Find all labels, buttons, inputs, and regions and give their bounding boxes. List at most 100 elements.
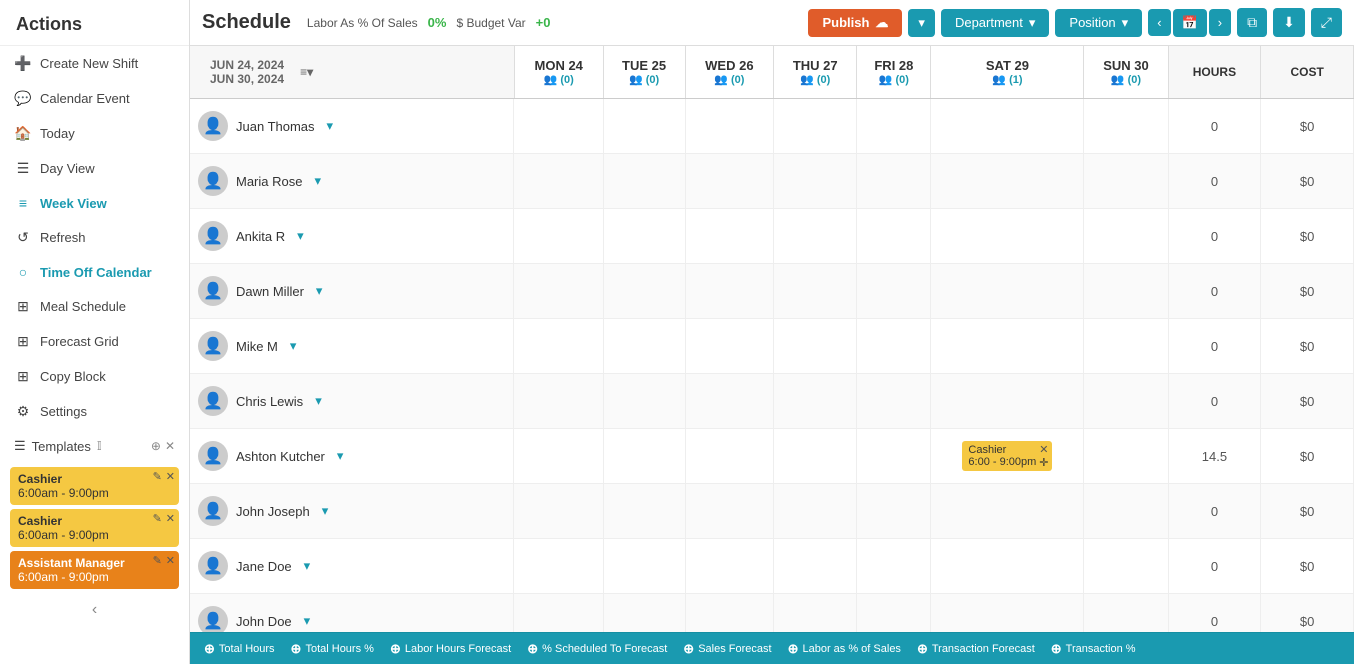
shift-cell-emp8-mon24[interactable] <box>514 484 603 539</box>
shift-cell-emp10-fri28[interactable] <box>857 594 931 633</box>
sidebar-collapse-btn[interactable]: ‹ <box>0 593 189 627</box>
card-close-icon[interactable]: ✕ <box>166 554 175 567</box>
shift-cell-emp3-sat29[interactable] <box>931 209 1084 264</box>
shift-cell-emp3-wed26[interactable] <box>685 209 774 264</box>
sidebar-item-meal-schedule[interactable]: ⊞ Meal Schedule <box>0 289 189 324</box>
sidebar-item-week-view[interactable]: ≡ Week View <box>0 186 189 220</box>
prev-week-button[interactable]: ‹ <box>1148 9 1170 36</box>
shift-close-btn[interactable]: ✕ <box>1039 443 1048 456</box>
shift-cell-emp3-tue25[interactable] <box>603 209 685 264</box>
shift-cell-emp8-thu27[interactable] <box>774 484 857 539</box>
shift-cell-emp1-tue25[interactable] <box>603 99 685 154</box>
employee-dropdown-arrow[interactable]: ▾ <box>297 228 304 244</box>
shift-cell-emp3-thu27[interactable] <box>774 209 857 264</box>
sidebar-item-day-view[interactable]: ☰ Day View <box>0 151 189 186</box>
shift-cell-emp7-mon24[interactable] <box>514 429 603 484</box>
shift-cell-emp6-tue25[interactable] <box>603 374 685 429</box>
sidebar-item-forecast-grid[interactable]: ⊞ Forecast Grid <box>0 324 189 359</box>
stat-item-2[interactable]: ⊕Labor Hours Forecast <box>382 641 519 657</box>
employee-dropdown-arrow[interactable]: ▾ <box>304 613 311 629</box>
shift-cell-emp7-wed26[interactable] <box>685 429 774 484</box>
position-button[interactable]: Position ▾ <box>1055 9 1142 37</box>
shift-cell-emp10-wed26[interactable] <box>685 594 774 633</box>
sidebar-item-calendar-event[interactable]: 💬 Calendar Event <box>0 81 189 116</box>
shift-cell-emp6-sat29[interactable] <box>931 374 1084 429</box>
shift-cell-emp7-tue25[interactable] <box>603 429 685 484</box>
stat-item-7[interactable]: ⊕Transaction % <box>1043 641 1144 657</box>
shift-cell-emp8-sun30[interactable] <box>1084 484 1168 539</box>
shift-cell-emp4-sat29[interactable] <box>931 264 1084 319</box>
employee-dropdown-arrow[interactable]: ▾ <box>290 338 297 354</box>
shift-cell-emp7-sun30[interactable] <box>1084 429 1168 484</box>
next-week-button[interactable]: › <box>1209 9 1231 36</box>
shift-cell-emp5-mon24[interactable] <box>514 319 603 374</box>
shift-cell-emp10-sun30[interactable] <box>1084 594 1168 633</box>
shift-cell-emp1-sun30[interactable] <box>1084 99 1168 154</box>
shift-cell-emp3-sun30[interactable] <box>1084 209 1168 264</box>
shift-cell-emp5-wed26[interactable] <box>685 319 774 374</box>
shift-cell-emp9-sun30[interactable] <box>1084 539 1168 594</box>
shift-cell-emp5-fri28[interactable] <box>857 319 931 374</box>
shift-cell-emp10-sat29[interactable] <box>931 594 1084 633</box>
shift-cell-emp10-tue25[interactable] <box>603 594 685 633</box>
publish-button[interactable]: Publish ☁ <box>808 9 902 37</box>
department-button[interactable]: Department ▾ <box>941 9 1049 37</box>
shift-card-card3[interactable]: ✎ ✕ Assistant Manager 6:00am - 9:00pm <box>10 551 179 589</box>
stat-item-4[interactable]: ⊕Sales Forecast <box>675 641 779 657</box>
shift-cell-emp9-wed26[interactable] <box>685 539 774 594</box>
card-edit-icon[interactable]: ✎ <box>153 554 162 567</box>
shift-cell-emp6-wed26[interactable] <box>685 374 774 429</box>
template-tag-icon[interactable]: 𝕀 <box>97 439 102 453</box>
card-close-icon[interactable]: ✕ <box>166 470 175 483</box>
shift-cell-emp4-fri28[interactable] <box>857 264 931 319</box>
shift-cell-emp6-mon24[interactable] <box>514 374 603 429</box>
shift-move-handle[interactable]: ✛ <box>1039 456 1048 469</box>
shift-cell-emp7-fri28[interactable] <box>857 429 931 484</box>
shift-cell-emp1-thu27[interactable] <box>774 99 857 154</box>
shift-cell-emp7-sat29[interactable]: ✕ Cashier 6:00 - 9:00pm ✛ <box>931 429 1084 484</box>
employee-dropdown-arrow[interactable]: ▾ <box>322 503 329 519</box>
sidebar-item-refresh[interactable]: ↺ Refresh <box>0 220 189 255</box>
template-remove-icon[interactable]: ✕ <box>165 439 175 453</box>
shift-cell-emp8-sat29[interactable] <box>931 484 1084 539</box>
shift-cell-emp3-mon24[interactable] <box>514 209 603 264</box>
sidebar-item-copy-block[interactable]: ⊞ Copy Block <box>0 359 189 394</box>
shift-cell-emp2-mon24[interactable] <box>514 154 603 209</box>
shift-cell-emp4-mon24[interactable] <box>514 264 603 319</box>
shift-cell-emp6-sun30[interactable] <box>1084 374 1168 429</box>
export-icon-button[interactable]: ⬇ <box>1273 8 1305 37</box>
shift-cell-emp5-sat29[interactable] <box>931 319 1084 374</box>
shift-cell-emp2-tue25[interactable] <box>603 154 685 209</box>
shift-cell-emp5-thu27[interactable] <box>774 319 857 374</box>
shift-cell-emp8-fri28[interactable] <box>857 484 931 539</box>
shift-cell-emp2-thu27[interactable] <box>774 154 857 209</box>
shift-block[interactable]: ✕ Cashier 6:00 - 9:00pm ✛ <box>962 441 1052 471</box>
shift-cell-emp1-fri28[interactable] <box>857 99 931 154</box>
shift-cell-emp4-tue25[interactable] <box>603 264 685 319</box>
shift-cell-emp1-sat29[interactable] <box>931 99 1084 154</box>
shift-cell-emp8-tue25[interactable] <box>603 484 685 539</box>
card-edit-icon[interactable]: ✎ <box>153 512 162 525</box>
shift-cell-emp3-fri28[interactable] <box>857 209 931 264</box>
shift-cell-emp5-sun30[interactable] <box>1084 319 1168 374</box>
shift-cell-emp2-fri28[interactable] <box>857 154 931 209</box>
employee-dropdown-arrow[interactable]: ▾ <box>314 173 321 189</box>
shift-cell-emp9-thu27[interactable] <box>774 539 857 594</box>
shift-cell-emp2-sat29[interactable] <box>931 154 1084 209</box>
publish-chevron-button[interactable]: ▾ <box>908 9 935 37</box>
stat-item-1[interactable]: ⊕Total Hours % <box>283 641 382 657</box>
sidebar-item-settings[interactable]: ⚙ Settings <box>0 394 189 429</box>
calendar-icon-button[interactable]: 📅 <box>1173 9 1207 37</box>
employee-dropdown-arrow[interactable]: ▾ <box>337 448 344 464</box>
shift-card-card2[interactable]: ✎ ✕ Cashier 6:00am - 9:00pm <box>10 509 179 547</box>
stat-item-5[interactable]: ⊕Labor as % of Sales <box>780 641 909 657</box>
template-add-icon[interactable]: ⊕ <box>151 439 161 453</box>
card-edit-icon[interactable]: ✎ <box>153 470 162 483</box>
shift-cell-emp9-tue25[interactable] <box>603 539 685 594</box>
shift-cell-emp1-mon24[interactable] <box>514 99 603 154</box>
employee-dropdown-arrow[interactable]: ▾ <box>316 283 323 299</box>
shift-cell-emp7-thu27[interactable] <box>774 429 857 484</box>
sort-icon[interactable]: ≡▾ <box>300 65 313 79</box>
shift-card-card1[interactable]: ✎ ✕ Cashier 6:00am - 9:00pm <box>10 467 179 505</box>
shift-cell-emp6-thu27[interactable] <box>774 374 857 429</box>
